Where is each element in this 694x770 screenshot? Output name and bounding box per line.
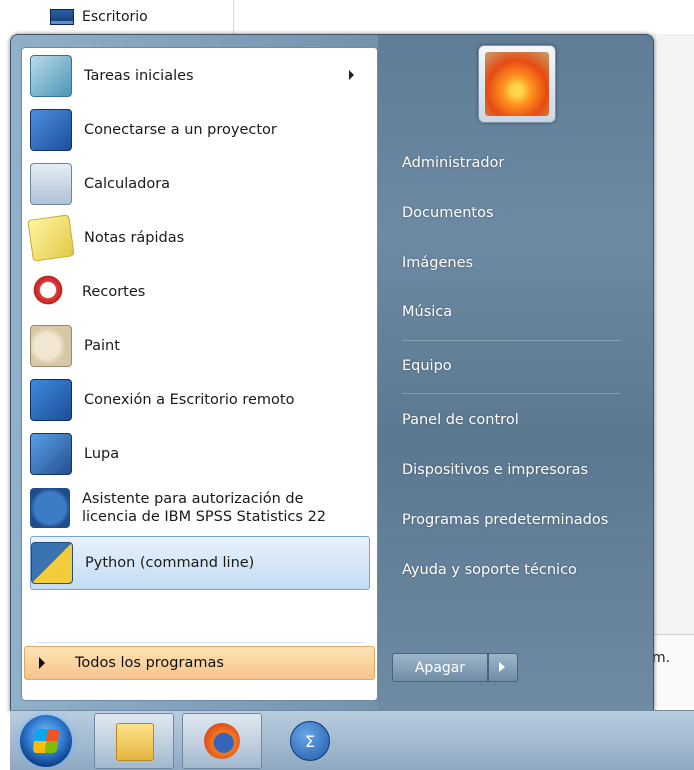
sigma-app-icon[interactable]: Σ — [290, 721, 330, 761]
place-equipo[interactable]: Equipo — [402, 358, 452, 374]
desktop-shortcut-label: Escritorio — [82, 9, 148, 25]
flower-picture-icon — [485, 52, 549, 116]
projector-icon — [30, 109, 72, 151]
program-label: Notas rápidas — [84, 230, 185, 246]
place-musica[interactable]: Música — [402, 304, 452, 320]
program-label: Tareas iniciales — [84, 68, 194, 84]
program-label: Recortes — [82, 284, 146, 300]
sticky-notes-icon — [27, 214, 75, 262]
firefox-icon — [204, 723, 240, 759]
start-button[interactable] — [20, 715, 72, 767]
python-icon — [31, 542, 73, 584]
place-documentos[interactable]: Documentos — [402, 205, 494, 221]
paint-icon — [30, 325, 72, 367]
place-panel-de-control[interactable]: Panel de control — [402, 412, 519, 428]
snipping-tool-icon — [30, 272, 70, 312]
spss-license-icon — [30, 488, 70, 528]
desktop-shortcut-escritorio[interactable]: Escritorio — [50, 6, 148, 28]
program-paint[interactable]: Paint — [30, 320, 368, 372]
program-calculadora[interactable]: Calculadora — [30, 158, 368, 210]
calculator-icon — [30, 163, 72, 205]
windows-logo-icon — [32, 729, 60, 753]
program-lupa[interactable]: Lupa — [30, 428, 368, 480]
all-programs-label: Todos los programas — [75, 655, 224, 671]
program-label: Calculadora — [84, 176, 171, 192]
place-ayuda-soporte[interactable]: Ayuda y soporte técnico — [402, 562, 577, 578]
program-label: Lupa — [84, 446, 120, 462]
program-python[interactable]: Python (command line) — [30, 536, 370, 590]
program-tareas-iniciales[interactable]: Tareas iniciales — [30, 50, 368, 102]
taskbar: Σ — [10, 710, 694, 770]
place-imagenes[interactable]: Imágenes — [402, 255, 473, 271]
start-menu: Tareas iniciales Conectarse a un proyect… — [10, 34, 654, 712]
user-avatar[interactable] — [478, 45, 556, 123]
taskbar-firefox-button[interactable] — [182, 713, 262, 769]
program-notas-rapidas[interactable]: Notas rápidas — [27, 212, 368, 264]
getting-started-icon — [30, 55, 72, 97]
divider — [233, 0, 234, 34]
program-label: Asistente para autorización de licencia … — [82, 490, 326, 526]
shutdown-options-button[interactable] — [488, 653, 518, 682]
program-label: Python (command line) — [85, 555, 255, 571]
all-programs-button[interactable]: Todos los programas — [24, 646, 375, 680]
background-window-text: m. — [652, 650, 671, 666]
program-label: Conexión a Escritorio remoto — [84, 392, 295, 408]
remote-desktop-icon — [30, 379, 72, 421]
submenu-arrow-icon — [349, 70, 354, 80]
program-label: Conectarse a un proyector — [84, 122, 277, 138]
program-escritorio-remoto[interactable]: Conexión a Escritorio remoto — [30, 374, 368, 426]
windows-explorer-icon — [116, 723, 154, 761]
place-programas-predeterminados[interactable]: Programas predeterminados — [402, 512, 608, 528]
program-spss-license[interactable]: Asistente para autorización de licencia … — [30, 482, 368, 534]
program-label-line1: Asistente para autorización de — [82, 491, 304, 507]
desktop-icon — [50, 9, 74, 25]
place-administrador[interactable]: Administrador — [402, 155, 504, 171]
background-window — [650, 34, 694, 634]
magnifier-icon — [30, 433, 72, 475]
program-recortes[interactable]: Recortes — [30, 266, 368, 318]
programs-pane: Tareas iniciales Conectarse a un proyect… — [21, 47, 378, 701]
places-pane: Administrador Documentos Imágenes Música… — [378, 35, 653, 711]
place-dispositivos-impresoras[interactable]: Dispositivos e impresoras — [402, 462, 588, 478]
divider — [402, 340, 620, 341]
program-conectarse-proyector[interactable]: Conectarse a un proyector — [30, 104, 368, 156]
divider — [402, 393, 620, 394]
background-window-footer — [650, 634, 694, 707]
divider — [36, 642, 364, 643]
taskbar-explorer-button[interactable] — [94, 713, 174, 769]
program-label-line2: licencia de IBM SPSS Statistics 22 — [82, 509, 327, 525]
expand-arrow-icon — [39, 657, 45, 669]
program-label: Paint — [84, 338, 120, 354]
shutdown-button[interactable]: Apagar — [392, 653, 488, 682]
